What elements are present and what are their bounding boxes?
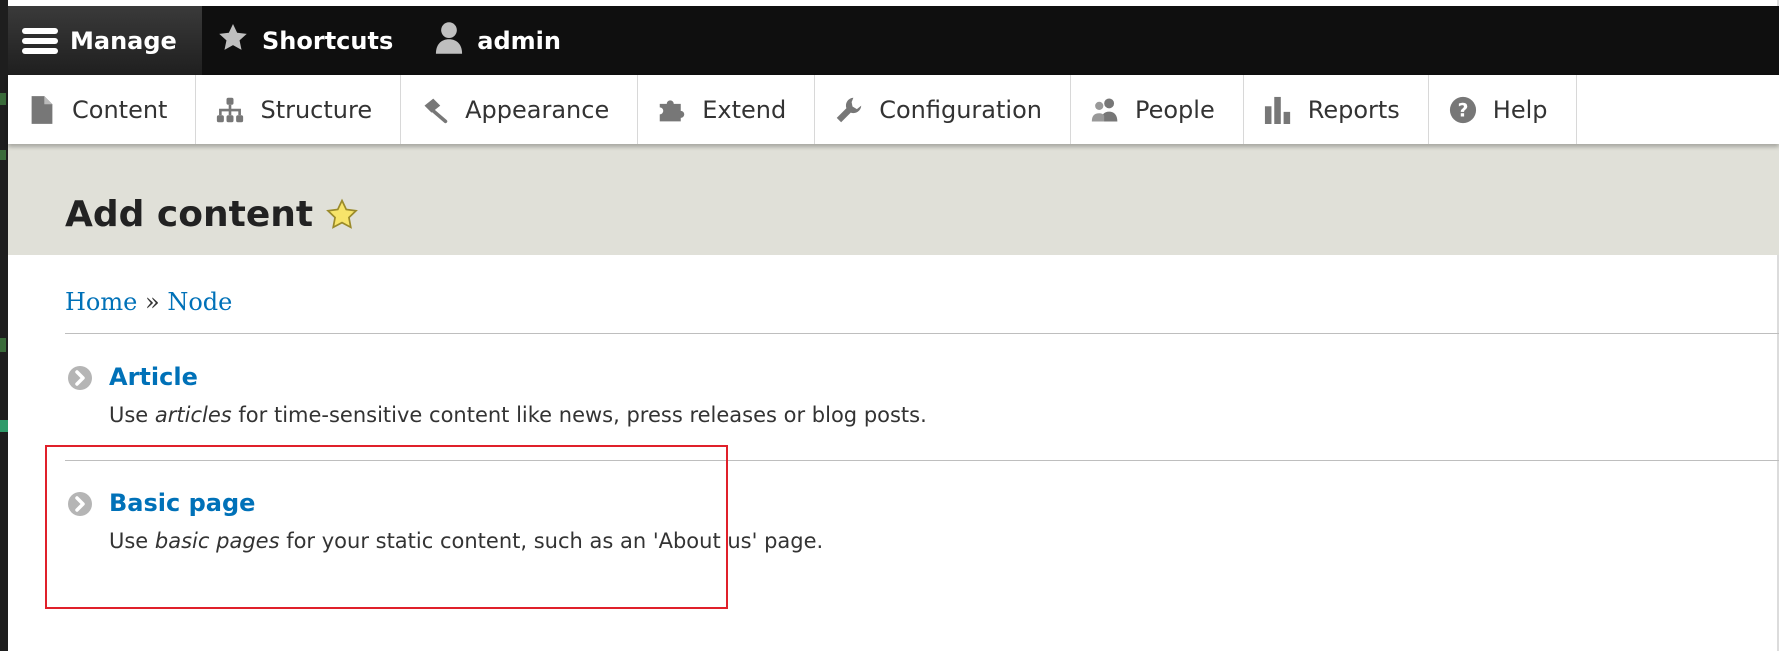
bar-chart-icon (1264, 95, 1292, 125)
tray-label: Structure (260, 95, 373, 124)
tray-label: Reports (1307, 95, 1400, 124)
shortcuts-button[interactable]: Shortcuts (202, 6, 433, 75)
tray-item-people[interactable]: People (1071, 75, 1244, 144)
editor-mark (0, 150, 6, 160)
breadcrumb-separator: » (144, 288, 160, 316)
breadcrumb-home-link[interactable]: Home (65, 288, 137, 316)
tray-label: People (1134, 95, 1215, 124)
desc-text: for your static content, such as an 'Abo… (279, 529, 824, 553)
chevron-right-circle-icon (68, 492, 92, 516)
desc-text: Use (109, 403, 155, 427)
menu-icon (22, 24, 58, 58)
desc-emphasis: articles (154, 403, 232, 427)
svg-text:?: ? (1457, 100, 1468, 121)
content-type-description: Use articles for time-sensitive content … (109, 403, 927, 427)
people-icon (1091, 95, 1119, 125)
desc-text: for time-sensitive content like news, pr… (231, 403, 927, 427)
manage-label: Manage (70, 26, 177, 55)
editor-mark (0, 93, 6, 105)
admin-tray: Content Structure Appearance Extend Conf… (8, 75, 1779, 144)
shortcuts-label: Shortcuts (262, 26, 394, 55)
tray-label: Configuration (879, 95, 1042, 124)
wrench-icon (835, 95, 863, 125)
editor-mark (0, 338, 6, 352)
tray-item-configuration[interactable]: Configuration (815, 75, 1071, 144)
content-type-description: Use basic pages for your static content,… (109, 529, 823, 553)
tray-item-help[interactable]: ? Help (1429, 75, 1577, 144)
file-icon (28, 95, 56, 125)
tray-item-extend[interactable]: Extend (638, 75, 816, 144)
desc-emphasis: basic pages (154, 529, 280, 553)
divider (65, 460, 1779, 461)
page-title: Add content (65, 194, 359, 235)
breadcrumb: Home » Node (65, 288, 232, 316)
user-button[interactable]: admin (433, 6, 561, 75)
star-icon (216, 22, 250, 60)
content-type-basic-page-link[interactable]: Basic page (109, 489, 255, 517)
manage-button[interactable]: Manage (8, 6, 202, 75)
admin-toolbar: Manage Shortcuts admin (8, 6, 1779, 75)
tray-label: Help (1492, 95, 1548, 124)
puzzle-icon (658, 95, 686, 125)
user-icon (433, 21, 465, 61)
sitemap-icon (216, 95, 244, 125)
chevron-right-circle-icon (68, 366, 92, 390)
paintbrush-icon (421, 95, 449, 125)
divider (65, 333, 1779, 334)
tray-item-structure[interactable]: Structure (196, 75, 402, 144)
tray-item-appearance[interactable]: Appearance (401, 75, 639, 144)
tray-label: Content (72, 95, 168, 124)
desc-text: Use (109, 529, 155, 553)
help-icon: ? (1449, 95, 1477, 125)
breadcrumb-node-link[interactable]: Node (167, 288, 232, 316)
tray-label: Extend (702, 95, 787, 124)
tray-item-content[interactable]: Content (8, 75, 197, 144)
left-editor-strip (0, 0, 8, 651)
page-header: Add content (8, 144, 1779, 255)
tray-item-reports[interactable]: Reports (1244, 75, 1429, 144)
content-type-article-link[interactable]: Article (109, 363, 198, 391)
user-label: admin (477, 26, 561, 55)
page-title-text: Add content (65, 194, 314, 235)
highlight-box (45, 445, 728, 609)
tray-label: Appearance (465, 95, 610, 124)
shortcut-star-icon[interactable] (325, 198, 359, 232)
editor-mark (0, 420, 8, 432)
